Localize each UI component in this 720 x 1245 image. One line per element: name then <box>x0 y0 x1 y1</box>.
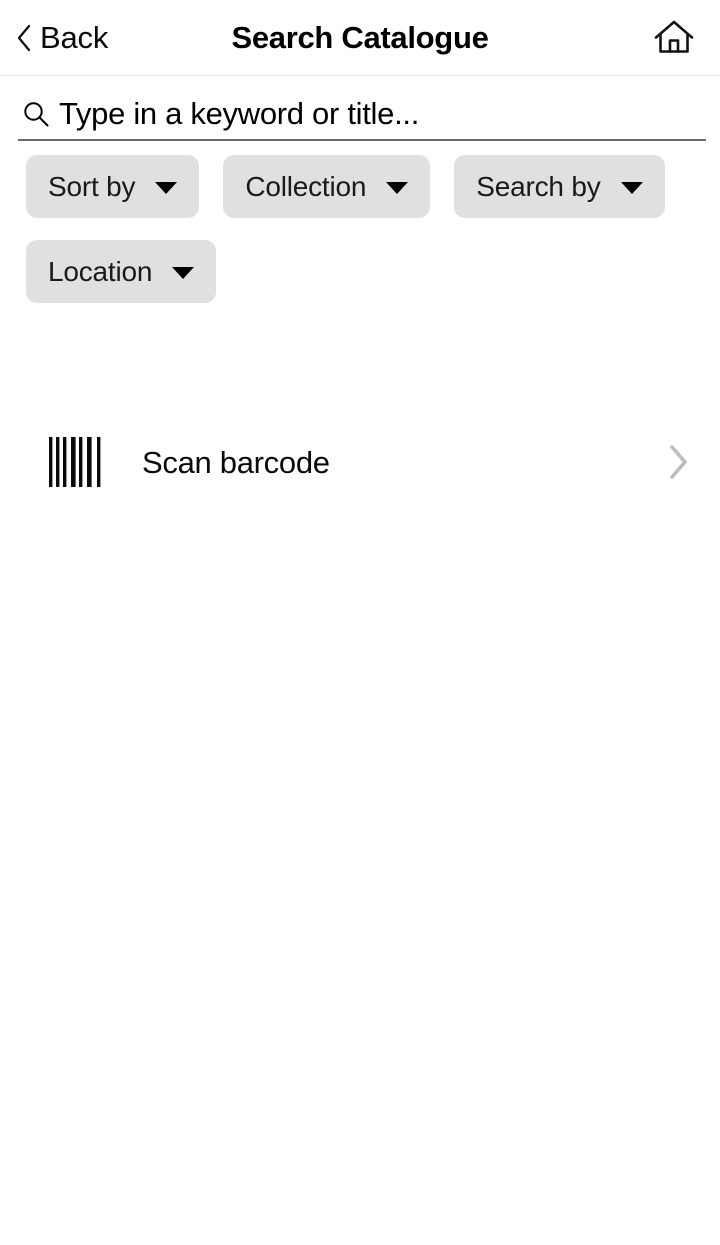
filter-chip-label: Location <box>48 255 153 287</box>
filter-chip-label: Sort by <box>48 170 136 202</box>
filter-chip-label: Collection <box>245 170 367 202</box>
filter-chip-sort-by[interactable]: Sort by <box>26 155 200 218</box>
chevron-left-icon <box>16 24 32 52</box>
search-input[interactable] <box>59 91 706 136</box>
chevron-right-icon <box>668 444 690 480</box>
search-field[interactable] <box>18 88 706 141</box>
chevron-down-icon <box>386 181 409 194</box>
search-results-area <box>0 504 720 1245</box>
barcode-icon <box>48 435 108 489</box>
filter-chip-search-by[interactable]: Search by <box>454 155 665 218</box>
back-button[interactable]: Back <box>10 0 114 75</box>
filter-chip-location[interactable]: Location <box>26 240 217 303</box>
home-icon <box>653 18 695 58</box>
chevron-down-icon <box>620 181 643 194</box>
filter-chip-label: Search by <box>476 170 601 202</box>
chevron-down-icon <box>155 181 178 194</box>
chevron-down-icon <box>172 266 195 279</box>
back-button-label: Back <box>40 20 109 55</box>
search-icon <box>18 99 51 129</box>
scan-barcode-label: Scan barcode <box>142 444 330 480</box>
filter-chip-group: Sort by Collection Search by Location <box>0 155 720 303</box>
scan-barcode-row[interactable]: Scan barcode <box>0 420 720 504</box>
filter-chip-collection[interactable]: Collection <box>223 155 431 218</box>
app-header: Back Search Catalogue <box>0 0 720 76</box>
home-button[interactable] <box>646 0 702 75</box>
